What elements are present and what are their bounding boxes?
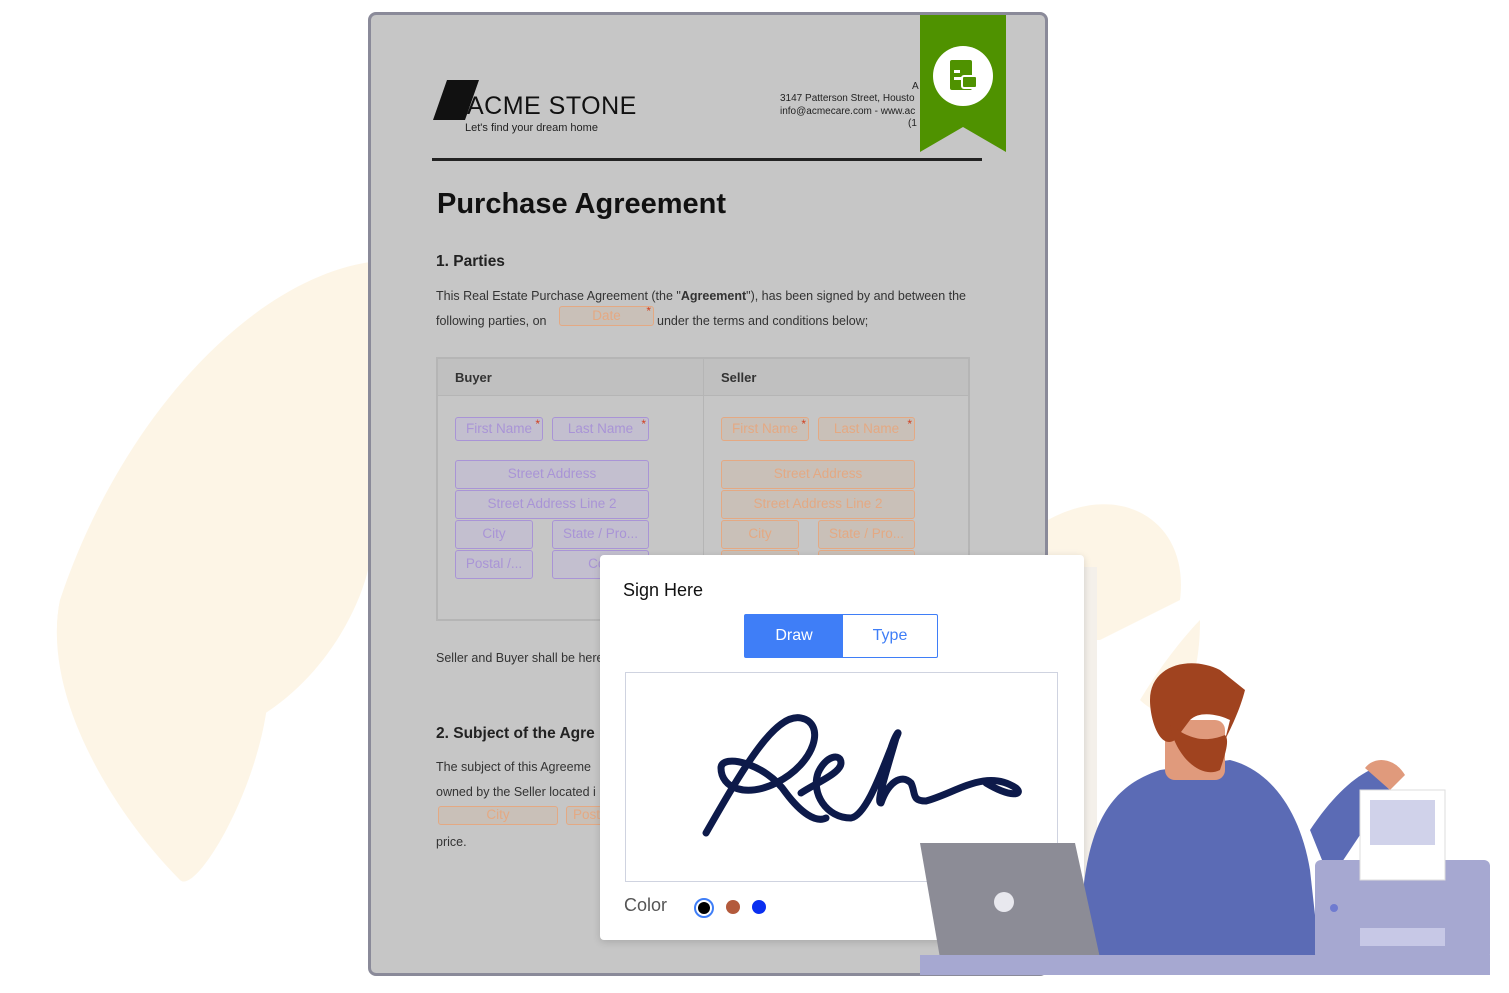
header-divider <box>432 158 982 161</box>
seller-first-name[interactable]: First Name <box>721 417 809 441</box>
intro-text: This Real Estate Purchase Agreement (the… <box>436 289 966 303</box>
address-top: A <box>912 81 919 92</box>
seller-street2[interactable]: Street Address Line 2 <box>721 490 915 519</box>
date-field[interactable]: Date <box>559 306 654 326</box>
intro-bold: Agreement <box>680 289 747 303</box>
color-label: Color <box>624 895 668 915</box>
intro-d: under the terms and conditions below; <box>657 314 869 328</box>
seller-street[interactable]: Street Address <box>721 460 915 489</box>
seller-last-name[interactable]: Last Name <box>818 417 915 441</box>
document-title: Purchase Agreement <box>437 188 727 220</box>
color-blue-swatch[interactable] <box>752 900 766 914</box>
intro-a: This Real Estate Purchase Agreement (the… <box>436 289 681 303</box>
brand-name: ACME STONE <box>467 92 637 120</box>
buyer-street2[interactable]: Street Address Line 2 <box>455 490 649 519</box>
man-with-laptop-illustration <box>920 663 1490 975</box>
color-brown-swatch[interactable] <box>726 900 740 914</box>
seller-header: Seller <box>721 370 757 385</box>
sign-title: Sign Here <box>623 580 704 600</box>
address-line2: info@acmecare.com - www.ac <box>780 106 916 117</box>
buyer-postal[interactable]: Postal /... <box>455 550 533 579</box>
section-parties: 1. Parties <box>436 253 505 270</box>
intro-b: "), has been signed by and between the <box>746 289 967 303</box>
secure-document-ribbon-icon <box>920 15 1006 152</box>
subject-line1: The subject of this Agreeme <box>436 760 591 774</box>
buyer-first-name[interactable]: First Name <box>455 417 543 441</box>
buyer-street[interactable]: Street Address <box>455 460 649 489</box>
seller-city[interactable]: City <box>721 520 799 549</box>
address-line1: 3147 Patterson Street, Housto <box>780 93 915 104</box>
subject-city[interactable]: City <box>438 806 558 825</box>
color-black-swatch[interactable] <box>694 898 714 918</box>
after-table-text: Seller and Buyer shall be here <box>436 651 604 665</box>
section-subject: 2. Subject of the Agre <box>436 725 595 742</box>
address-line3: (1 <box>908 118 917 129</box>
buyer-last-name[interactable]: Last Name <box>552 417 649 441</box>
buyer-city[interactable]: City <box>455 520 533 549</box>
seller-state[interactable]: State / Pro... <box>818 520 915 549</box>
subject-end: price. <box>436 835 467 849</box>
buyer-state[interactable]: State / Pro... <box>552 520 649 549</box>
subject-line2: owned by the Seller located i <box>436 785 596 799</box>
buyer-header: Buyer <box>455 370 492 385</box>
tab-draw[interactable]: Draw <box>745 615 843 657</box>
brand-tagline: Let's find your dream home <box>465 122 598 134</box>
intro-c: following parties, on <box>436 314 547 328</box>
